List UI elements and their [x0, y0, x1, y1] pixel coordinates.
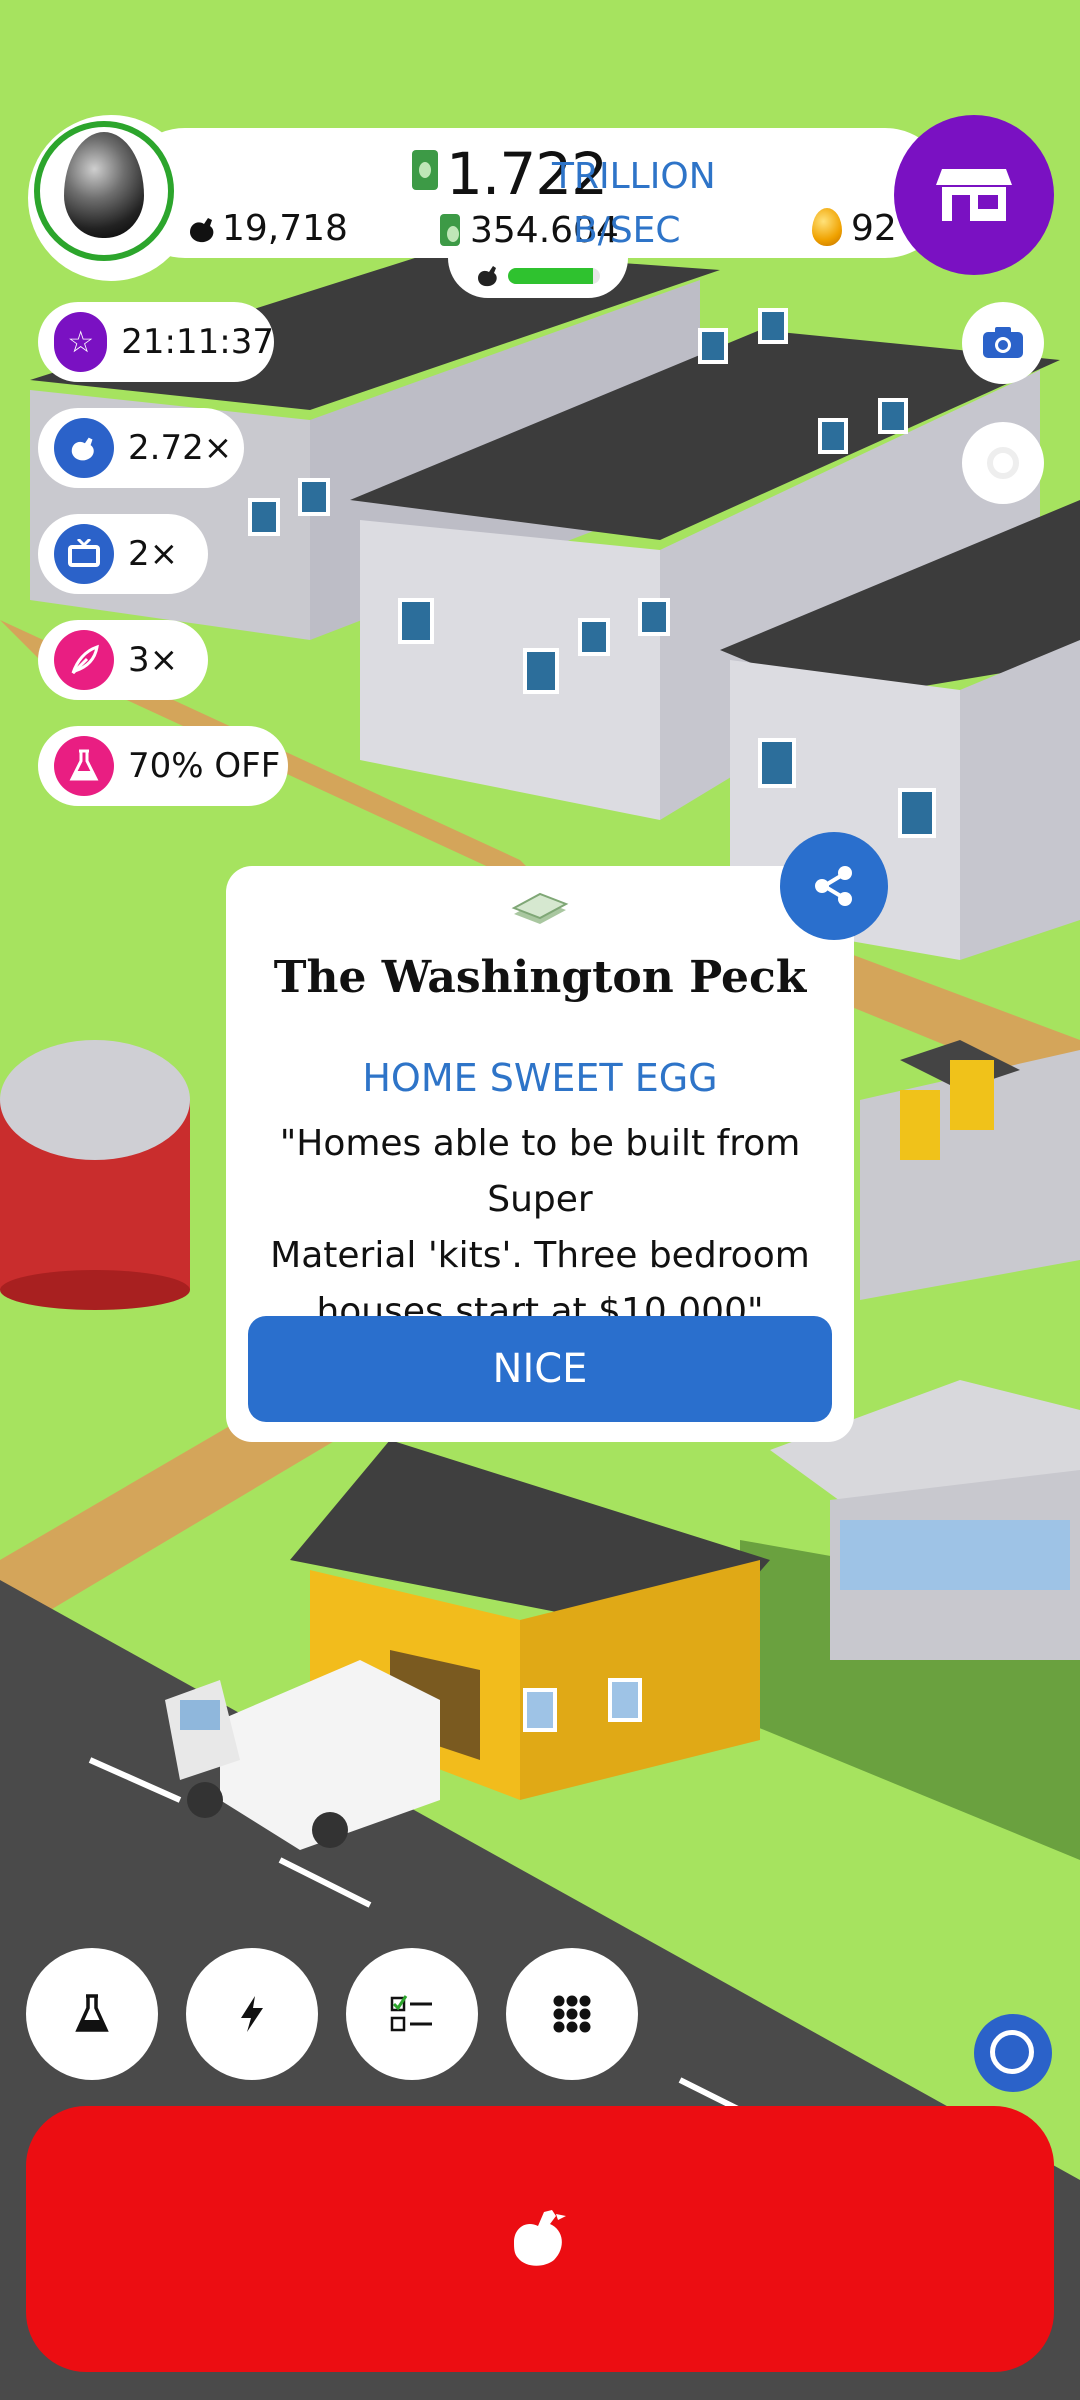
grid-icon — [553, 1995, 591, 2033]
lightning-icon — [241, 1996, 263, 2032]
hab-progress-bar — [508, 268, 600, 284]
boost-timer-pill[interactable]: ☆ 21:11:37 — [38, 302, 274, 382]
video-multiplier-label: 2× — [128, 534, 179, 574]
boosts-button[interactable] — [186, 1948, 318, 2080]
research-discount-pill[interactable]: 70% OFF — [38, 726, 288, 806]
chicken-icon — [54, 418, 114, 478]
menu-button[interactable] — [506, 1948, 638, 2080]
chicken-multiplier-label: 2.72× — [128, 428, 233, 468]
missions-button[interactable] — [346, 1948, 478, 2080]
share-button[interactable] — [780, 832, 888, 940]
flask-icon — [75, 1994, 109, 2032]
money-stack-icon — [511, 892, 569, 924]
camera-button[interactable] — [962, 302, 1044, 384]
chicken-icon — [514, 2210, 566, 2266]
hatch-chicken-button[interactable] — [26, 2106, 1054, 2372]
gear-icon — [987, 447, 1019, 479]
chick-icon — [478, 266, 497, 287]
news-body: "Homes able to be built from Super Mater… — [266, 1116, 814, 1340]
chicken-multiplier-pill[interactable]: 2.72× — [38, 408, 244, 488]
feather-multiplier-pill[interactable]: 3× — [38, 620, 208, 700]
cash-unit: TRILLION — [552, 156, 716, 197]
news-body-line: "Homes able to be built from Super — [279, 1123, 801, 1220]
boost-timer-label: 21:11:37 — [121, 322, 274, 362]
news-headline: HOME SWEET EGG — [362, 1056, 718, 1100]
share-icon — [815, 866, 852, 906]
camera-icon — [983, 327, 1023, 358]
cash-icon — [412, 150, 438, 190]
research-button[interactable] — [26, 1948, 158, 2080]
nice-button[interactable]: NICE — [248, 1316, 832, 1422]
chicken-icon — [190, 218, 214, 243]
shop-icon — [936, 169, 1012, 221]
research-discount-label: 70% OFF — [128, 746, 281, 786]
golden-egg-icon — [812, 208, 842, 246]
hab-progress-fill — [508, 268, 593, 284]
news-body-line: Material 'kits'. Three bedroom — [270, 1235, 810, 1276]
feather-icon — [54, 630, 114, 690]
newspaper-title: The Washington Peck — [273, 952, 807, 1003]
rate-cash-icon — [440, 214, 460, 246]
settings-button[interactable] — [962, 422, 1044, 504]
flask-icon — [54, 736, 114, 796]
tv-icon — [54, 524, 114, 584]
star-icon: ☆ — [54, 312, 108, 372]
shop-button[interactable] — [894, 115, 1054, 275]
golden-egg-count: 92 — [851, 208, 897, 249]
video-multiplier-pill[interactable]: 2× — [38, 514, 208, 594]
chicken-count: 19,718 — [222, 208, 348, 249]
assistant-circle-button[interactable] — [974, 2014, 1052, 2092]
income-rate-unit: B/SEC — [573, 210, 681, 251]
feather-multiplier-label: 3× — [128, 640, 179, 680]
news-dialog: The Washington Peck HOME SWEET EGG "Home… — [226, 866, 854, 1442]
checklist-icon — [390, 1995, 432, 2032]
